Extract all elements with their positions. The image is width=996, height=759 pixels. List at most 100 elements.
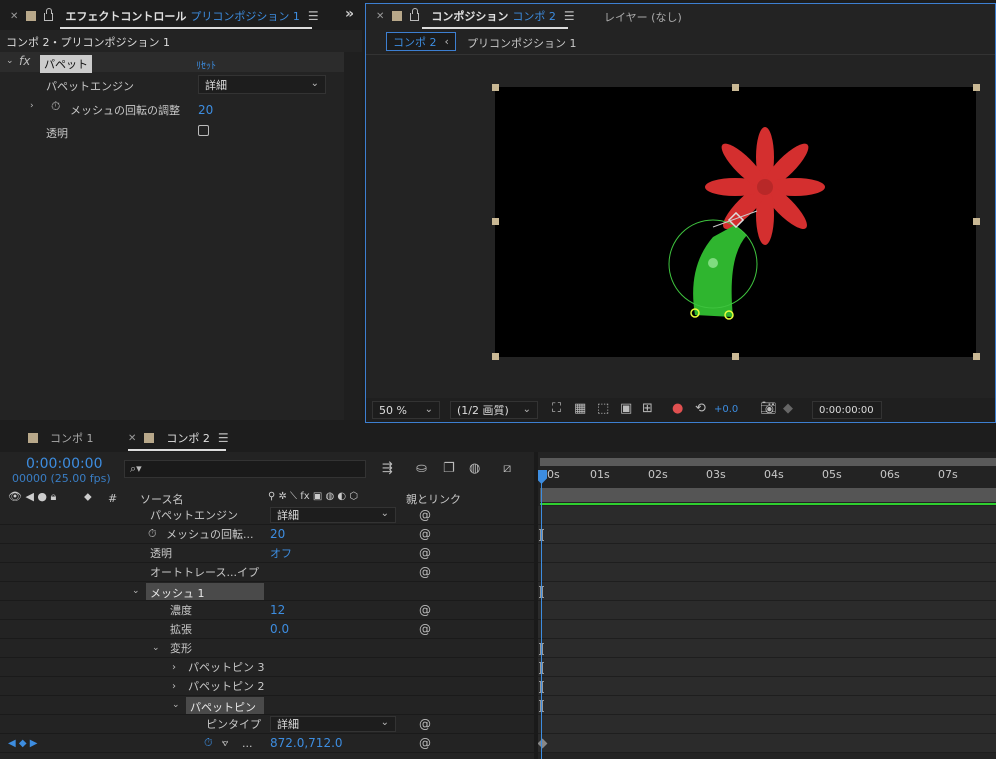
chevron-down-icon[interactable]: ⌄ [152, 643, 160, 653]
effects-tab[interactable]: ✕ エフェクトコントロール プリコンポジション 1 ☰ [10, 2, 319, 30]
label-tag-icon: ⬥ [84, 490, 92, 503]
density-value[interactable]: 12 [270, 603, 285, 617]
close-icon[interactable]: ✕ [376, 11, 384, 22]
panel-menu-icon[interactable]: ☰ [564, 9, 575, 23]
mesh-rotation-value[interactable]: 20 [198, 103, 213, 117]
ruler-label-2: 02s [648, 468, 668, 481]
timeline-tab-comp1[interactable]: コンポ 1 [28, 424, 94, 452]
layer-duration-bar[interactable] [540, 488, 996, 502]
fx-icon[interactable]: fx [19, 54, 30, 68]
show-snapshot-icon[interactable]: ◆ [783, 401, 793, 416]
track-row [538, 506, 996, 525]
close-icon[interactable]: ✕ [128, 433, 136, 444]
timeline-row-pin1[interactable]: ⌄ パペットピン 1 [0, 696, 534, 728]
comp-breadcrumb-active[interactable]: コンポ 2 ‹ [386, 32, 456, 51]
zoom-dropdown[interactable]: 50 % ⌄ [372, 401, 440, 419]
panel-menu-icon[interactable]: ☰ [308, 9, 319, 23]
panel-color-icon [144, 433, 155, 443]
composition-tab-title: コンポジション [431, 10, 509, 23]
draft-3d-icon[interactable]: ⛀ [416, 461, 427, 476]
exposure-value[interactable]: +0.0 [714, 404, 738, 415]
comp-timecode[interactable]: 0:00:00:00 [812, 401, 882, 419]
fast-previews-icon[interactable]: ⛶ [552, 401, 561, 416]
work-area-bar[interactable] [540, 458, 996, 466]
pick-whip-icon[interactable]: @ [419, 546, 431, 560]
expansion-value[interactable]: 0.0 [270, 622, 289, 636]
track-row [538, 582, 996, 601]
stopwatch-active-icon[interactable]: ⏱ [204, 736, 213, 750]
flower-artwork[interactable] [495, 87, 976, 357]
timeline-row-pin3[interactable]: › パペットピン 3 [0, 658, 534, 677]
pin-type-dropdown[interactable]: 詳細 ⌄ [270, 716, 396, 732]
prop-label-engine: パペットエンジン [46, 80, 134, 93]
parent-link-header[interactable]: 親とリンク [406, 491, 461, 507]
track-row [538, 639, 996, 658]
stopwatch-icon[interactable]: ⏱ [51, 99, 60, 114]
close-icon[interactable]: ✕ [10, 11, 18, 22]
timeline-row-mesh1[interactable]: ⌄ メッシュ 1 [0, 582, 534, 601]
chevron-right-icon[interactable]: › [172, 681, 176, 692]
mesh-rotation-timeline-value[interactable]: 20 [270, 527, 285, 541]
timeline-row-pin2[interactable]: › パペットピン 2 [0, 677, 534, 696]
layer-tab[interactable]: レイヤー (なし) [604, 9, 682, 25]
pick-whip-icon[interactable]: @ [419, 565, 431, 579]
mask-path-icon[interactable]: ⬚ [597, 401, 609, 416]
pick-whip-icon[interactable]: @ [419, 622, 431, 636]
pick-whip-icon[interactable]: @ [419, 717, 431, 731]
effects-tab-underline [60, 27, 312, 29]
pin-position-value[interactable]: 872.0,712.0 [270, 736, 343, 750]
panel-menu-icon[interactable]: ☰ [218, 431, 229, 445]
puppet-engine-dropdown[interactable]: 詳細 ⌄ [270, 507, 396, 523]
composition-tab[interactable]: ✕ コンポジション コンポ 2 ☰ [376, 2, 575, 30]
panel-color-icon [28, 433, 38, 443]
stopwatch-icon[interactable]: ⏱ [148, 527, 157, 541]
chevron-down-icon[interactable]: ⌄ [172, 700, 180, 710]
exposure-reset-icon[interactable]: ⟲ [695, 401, 706, 416]
chevron-down-icon[interactable]: ⌄ [132, 586, 140, 596]
timeline-row-autotrace: オートトレース...イプ @ [0, 563, 534, 582]
resolution-dropdown[interactable]: (1/2 画質) ⌄ [450, 401, 538, 419]
effects-scroll-track[interactable] [344, 52, 362, 420]
frame-blending-icon[interactable]: ◍ [469, 461, 480, 476]
pick-whip-icon[interactable]: @ [419, 508, 431, 522]
graph-editor-icon[interactable]: ⧄ [503, 461, 511, 476]
region-of-interest-icon[interactable]: ▣ [620, 401, 632, 416]
expand-panels-icon[interactable]: » [345, 6, 354, 22]
timeline-row-transparent: 透明 オフ @ [0, 544, 534, 563]
ruler-label-3: 03s [706, 468, 726, 481]
guides-icon[interactable]: ⊞ [642, 401, 653, 416]
timeline-divider[interactable] [534, 452, 538, 759]
chevron-left-icon: ‹ [444, 35, 449, 48]
pick-whip-icon[interactable]: @ [419, 736, 431, 750]
color-channels-icon[interactable]: ● [672, 401, 683, 416]
effect-collapse-chevron[interactable]: ⌄ [6, 56, 14, 66]
timeline-tab-comp2[interactable]: ✕ コンポ 2 ☰ [128, 424, 229, 452]
composition-flowchart-icon[interactable]: ⇶ [382, 461, 393, 476]
lock-icon[interactable] [410, 8, 420, 21]
timeline-search-input[interactable]: ⌕▾ [124, 460, 366, 478]
prop-label-mesh-rotation: メッシュの回転の調整 [70, 104, 180, 117]
timeline-row-deform[interactable]: ⌄ 変形 [0, 639, 534, 658]
shy-layers-icon[interactable]: ❐ [443, 461, 455, 476]
graph-icon[interactable]: ⦡ [222, 738, 229, 749]
flower-stem [693, 225, 747, 317]
effect-name[interactable]: パペット [40, 55, 92, 73]
comp-breadcrumb-next[interactable]: プリコンポジション 1 [467, 35, 577, 51]
expand-arrow-icon[interactable]: › [30, 101, 34, 111]
timeline-row-mesh-rotation: ⏱ メッシュの回転... 20 @ [0, 525, 534, 544]
effect-reset-link[interactable]: ﾘｾｯﾄ [196, 57, 216, 72]
keyframe-nav-icons[interactable]: ◀ ◆ ▶ [8, 738, 37, 749]
lock-icon[interactable] [44, 8, 54, 21]
engine-dropdown[interactable]: 詳細 ⌄ [198, 75, 326, 94]
transparency-grid-icon[interactable]: ▦ [574, 401, 586, 416]
transparent-checkbox[interactable] [198, 125, 209, 136]
effects-tab-title: エフェクトコントロール [65, 10, 187, 23]
pick-whip-icon[interactable]: @ [419, 527, 431, 541]
pick-whip-icon[interactable]: @ [419, 603, 431, 617]
source-name-header[interactable]: ソース名 [140, 491, 183, 507]
chevron-right-icon[interactable]: › [172, 662, 176, 673]
snapshot-camera-icon[interactable]: 📷︎ [760, 401, 777, 416]
transparent-timeline-value[interactable]: オフ [270, 545, 292, 561]
timeline-timecode[interactable]: 0:00:00:00 [26, 456, 103, 472]
av-switches-icons: 👁︎ ◀︎ ● 🔒︎ [8, 490, 57, 503]
